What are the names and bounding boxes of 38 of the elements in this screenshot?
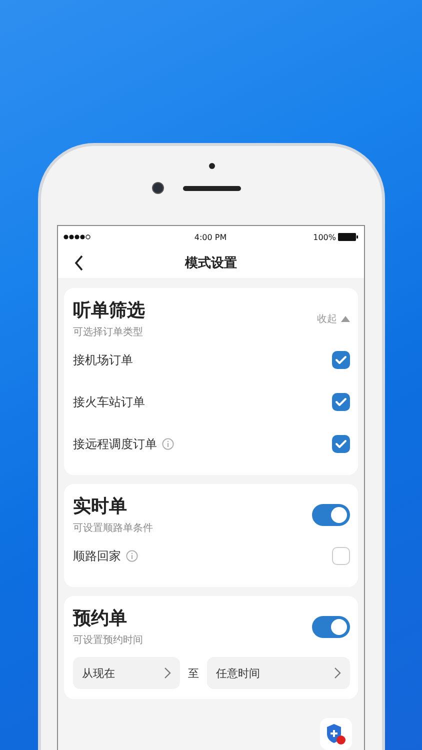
- signal-icon: [63, 234, 91, 240]
- section-title: 听单筛选: [73, 299, 145, 322]
- toggle-switch[interactable]: [312, 616, 350, 638]
- checkbox[interactable]: [332, 393, 350, 411]
- end-time-picker[interactable]: 任意时间: [207, 657, 350, 689]
- caret-up-icon: [341, 316, 350, 322]
- back-button[interactable]: [74, 255, 84, 271]
- page-title: 模式设置: [184, 255, 238, 272]
- section-title: 实时单: [73, 495, 128, 518]
- option-label: 接火车站订单: [73, 394, 145, 410]
- status-time: 4:00 PM: [193, 232, 228, 242]
- info-icon[interactable]: [162, 438, 174, 450]
- security-button[interactable]: [320, 718, 352, 750]
- option-label: 接机场订单: [73, 352, 133, 368]
- sensor-icon: [208, 163, 214, 169]
- speaker-icon: [183, 186, 241, 190]
- battery-icon: [338, 233, 358, 241]
- info-icon[interactable]: [126, 550, 138, 562]
- shield-icon: [326, 723, 346, 745]
- toggle-switch[interactable]: [312, 504, 350, 526]
- section-title: 预约单: [73, 607, 128, 630]
- check-icon: [335, 397, 347, 407]
- option-label: 顺路回家: [73, 548, 121, 564]
- checkbox[interactable]: [332, 351, 350, 369]
- battery-percent: 100%: [313, 232, 336, 242]
- check-icon: [335, 439, 347, 449]
- checkbox[interactable]: [332, 547, 350, 565]
- section-subtitle: 可选择订单类型: [73, 326, 144, 339]
- option-label: 接远程调度订单: [73, 436, 157, 452]
- chevron-right-icon: [334, 667, 341, 679]
- check-icon: [335, 355, 347, 365]
- chevron-right-icon: [164, 667, 172, 679]
- section-subtitle: 可设置预约时间: [73, 634, 143, 647]
- checkbox[interactable]: [332, 435, 350, 453]
- range-separator: 至: [188, 666, 200, 680]
- start-time-picker[interactable]: 从现在: [73, 657, 180, 689]
- section-subtitle: 可设置顺路单条件: [73, 522, 153, 535]
- camera-icon: [152, 182, 164, 194]
